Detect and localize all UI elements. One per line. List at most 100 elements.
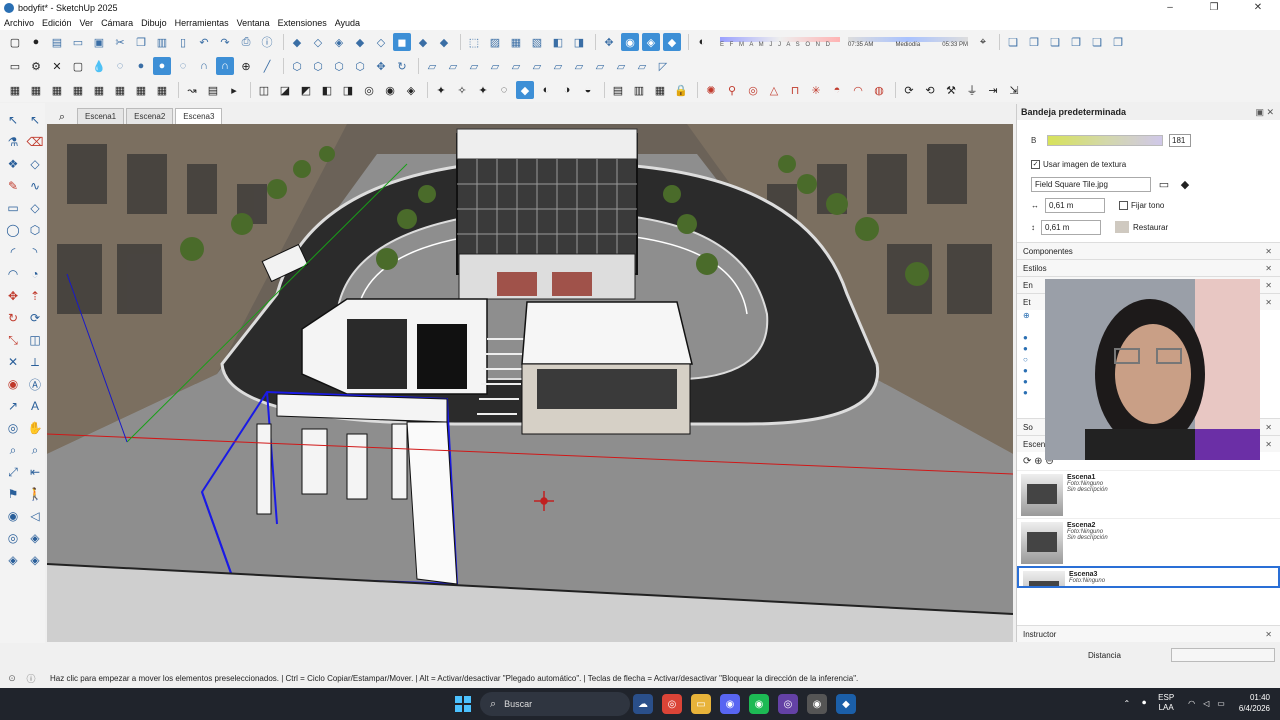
open-file-icon[interactable]: ▤ — [48, 33, 66, 51]
section-tool-icon[interactable]: ◁ — [24, 505, 46, 527]
component8-icon[interactable]: ▦ — [153, 81, 171, 99]
arc2-tool-icon[interactable]: ◝ — [24, 241, 46, 263]
restore-swatch[interactable] — [1115, 221, 1129, 233]
copy-icon[interactable]: ❐ — [132, 33, 150, 51]
obs-icon[interactable]: ◎ — [778, 694, 798, 714]
solid-check-icon[interactable]: ◈ — [402, 81, 420, 99]
sandbox2-tool-icon[interactable]: ◈ — [24, 527, 46, 549]
dome-light-icon[interactable]: ◓ — [828, 81, 846, 99]
doc-icon[interactable]: ▤ — [204, 81, 222, 99]
menu-dibujo[interactable]: Dibujo — [141, 18, 167, 28]
geo-location-icon[interactable]: ⌖ — [974, 33, 992, 51]
zoomwin-tool-icon[interactable]: ⌕ — [24, 439, 46, 461]
solid-split-icon[interactable]: ◨ — [339, 81, 357, 99]
magnet-icon[interactable]: ∩ — [195, 57, 213, 75]
solid-int-icon[interactable]: ◩ — [297, 81, 315, 99]
zoomext-tool-icon[interactable]: ⤢ — [2, 461, 24, 483]
sandbox7-icon[interactable]: ◑ — [558, 81, 576, 99]
protractor-tool-icon[interactable]: ◉ — [2, 373, 24, 395]
menu-ver[interactable]: Ver — [80, 18, 94, 28]
surface3-icon[interactable]: ▱ — [465, 57, 483, 75]
export-icon[interactable]: ⇥ — [984, 81, 1002, 99]
dup-icon[interactable]: ❏ — [1046, 33, 1064, 51]
color-b-slider[interactable] — [1047, 134, 1163, 146]
paint-tool-icon[interactable]: ⚗ — [2, 131, 24, 153]
light-icon[interactable]: ◎ — [744, 81, 762, 99]
restore-button[interactable]: Restaurar — [1133, 223, 1168, 232]
tab-escena3[interactable]: Escena3 — [175, 108, 223, 124]
circle-tool-icon[interactable]: ◯ — [2, 219, 24, 241]
weather-app-icon[interactable]: ☁ — [633, 694, 653, 714]
sandbox5-icon[interactable]: ◆ — [516, 81, 534, 99]
sketchup-taskbar-icon[interactable]: ◆ — [836, 694, 856, 714]
maximize-button[interactable]: ❐ — [1192, 0, 1236, 15]
eraser-tool-icon[interactable]: ⌫ — [24, 131, 46, 153]
drop-icon[interactable]: 💧 — [90, 57, 108, 75]
sandbox-icon[interactable]: ✦ — [432, 81, 450, 99]
text-tool-icon[interactable]: Ⓐ — [24, 373, 46, 395]
solid-trim-icon[interactable]: ◧ — [318, 81, 336, 99]
file-explorer-icon[interactable]: ▭ — [691, 694, 711, 714]
solid-sub-icon[interactable]: ◪ — [276, 81, 294, 99]
explode-icon[interactable]: ✥ — [372, 57, 390, 75]
redo-icon[interactable]: ↷ — [216, 33, 234, 51]
top-view-icon[interactable]: ◇ — [309, 33, 327, 51]
section-plane-icon[interactable]: ⬚ — [465, 33, 483, 51]
back-view-icon[interactable]: ◇ — [372, 33, 390, 51]
surface7-icon[interactable]: ▱ — [549, 57, 567, 75]
surface6-icon[interactable]: ▱ — [528, 57, 546, 75]
start-button[interactable] — [455, 696, 471, 712]
right-view-icon[interactable]: ◆ — [351, 33, 369, 51]
surface10-icon[interactable]: ▱ — [612, 57, 630, 75]
drop-blue-icon[interactable]: ● — [132, 57, 150, 75]
tab-escena2[interactable]: Escena2 — [126, 108, 174, 124]
tools-icon[interactable]: ⚒ — [942, 81, 960, 99]
info-status-icon[interactable]: ⓘ — [24, 671, 38, 685]
axes-tool-icon[interactable]: ↗ — [2, 395, 24, 417]
sandbox-tool-icon[interactable]: ◎ — [2, 527, 24, 549]
pencil-tool-icon[interactable]: ✎ — [2, 175, 24, 197]
prevview-tool-icon[interactable]: ⇤ — [24, 461, 46, 483]
model-info-icon[interactable]: ⓘ — [258, 33, 276, 51]
section-lines-icon[interactable]: ◧ — [549, 33, 567, 51]
tape-tool-icon[interactable]: ✕ — [2, 351, 24, 373]
pan-tool-icon[interactable]: ✋ — [24, 417, 46, 439]
curve-icon[interactable]: ↝ — [183, 81, 201, 99]
layers-icon[interactable]: ❐ — [1025, 33, 1043, 51]
walk-tool-icon[interactable]: 🚶 — [24, 483, 46, 505]
erase-icon[interactable]: ▯ — [174, 33, 192, 51]
monochrome-style-icon[interactable]: ◆ — [435, 33, 453, 51]
sandbox4-icon[interactable]: ◌ — [495, 81, 513, 99]
refresh-scene-icon[interactable]: ⟳ — [1023, 456, 1031, 467]
sun-icon[interactable]: ✺ — [702, 81, 720, 99]
component-tool-icon[interactable]: ❖ — [2, 153, 24, 175]
scene-item-1[interactable]: Escena1 Foto:Ninguno Sin descripción — [1017, 470, 1280, 518]
texture-cube-icon[interactable]: ◆ — [1176, 175, 1194, 193]
move-tool-icon[interactable]: ✥ — [2, 285, 24, 307]
group-icon[interactable]: ❐ — [1067, 33, 1085, 51]
chrome-icon[interactable]: ◎ — [662, 694, 682, 714]
section-fill2-icon[interactable]: ◨ — [570, 33, 588, 51]
component3-icon[interactable]: ▦ — [48, 81, 66, 99]
star-light-icon[interactable]: ✳ — [807, 81, 825, 99]
tag-tool-icon[interactable]: ◇ — [24, 153, 46, 175]
zoom-tool-icon[interactable]: ⌕ — [2, 439, 24, 461]
scale-tool-icon[interactable]: ⤡ — [2, 329, 24, 351]
lamp-icon[interactable]: ⚲ — [723, 81, 741, 99]
surface5-icon[interactable]: ▱ — [507, 57, 525, 75]
iso-view-icon[interactable]: ◆ — [288, 33, 306, 51]
sandbox3-icon[interactable]: ✦ — [474, 81, 492, 99]
tray-controls[interactable]: ▣ ✕ — [1255, 107, 1274, 118]
component2-icon[interactable]: ▦ — [27, 81, 45, 99]
surface-icon[interactable]: ▱ — [423, 57, 441, 75]
rotate-tool-icon[interactable]: ↻ — [2, 307, 24, 329]
lock-icon[interactable]: 🔒 — [672, 81, 690, 99]
menu-herramientas[interactable]: Herramientas — [175, 18, 229, 28]
user-icon[interactable]: ● — [27, 33, 45, 51]
polygon-tool-icon[interactable]: ⬡ — [24, 219, 46, 241]
offset-tool-icon[interactable]: ◫ — [24, 329, 46, 351]
add-icon[interactable]: ⊕ — [237, 57, 255, 75]
walk-icon[interactable]: ✥ — [600, 33, 618, 51]
3dtext-tool-icon[interactable]: A — [24, 395, 46, 417]
paste-icon[interactable]: ▥ — [153, 33, 171, 51]
